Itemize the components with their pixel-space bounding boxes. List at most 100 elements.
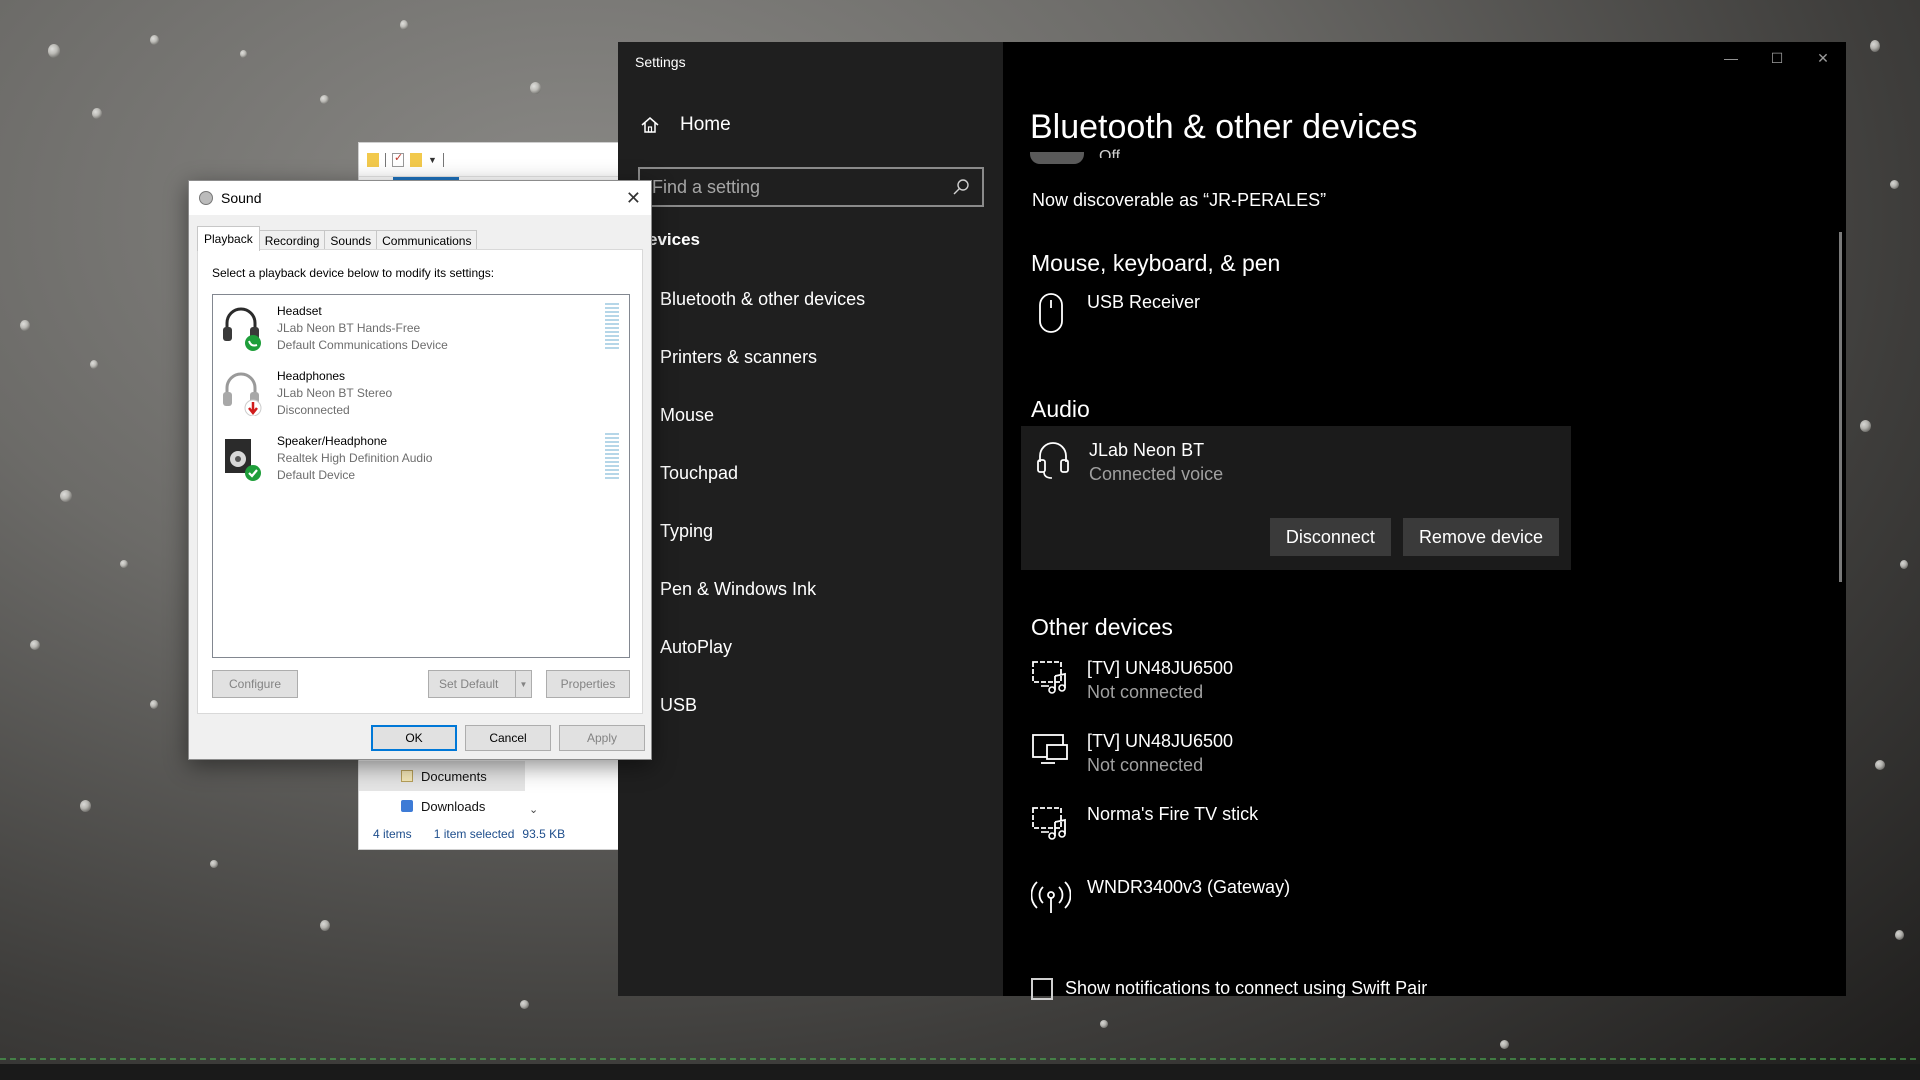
- device-tv-1[interactable]: [TV] UN48JU6500 Not connected: [1031, 658, 1233, 703]
- list-item[interactable]: Speaker/Headphone Realtek High Definitio…: [213, 425, 629, 490]
- minimize-button[interactable]: —: [1708, 42, 1754, 74]
- home-nav[interactable]: Home: [640, 114, 731, 136]
- disconnect-button[interactable]: Disconnect: [1269, 518, 1391, 556]
- device-name: Norma's Fire TV stick: [1087, 804, 1259, 824]
- ok-button[interactable]: OK: [371, 725, 457, 751]
- scroll-down-chevron-icon[interactable]: ⌄: [529, 803, 538, 816]
- nav-autoplay[interactable]: AutoPlay: [618, 618, 1003, 676]
- volume-meter: [605, 303, 619, 351]
- toolbar-separator: [442, 152, 444, 167]
- nav-item-downloads[interactable]: Downloads: [359, 791, 621, 821]
- remove-device-button[interactable]: Remove device: [1402, 518, 1559, 556]
- nav-typing[interactable]: Typing: [618, 502, 1003, 560]
- home-icon: [641, 117, 659, 133]
- new-folder-icon[interactable]: [410, 152, 422, 167]
- swift-pair-option[interactable]: Show notifications to connect using Swif…: [1031, 978, 1427, 1000]
- nav-printers[interactable]: Printers & scanners: [618, 328, 1003, 386]
- chevron-down-icon[interactable]: ▼: [515, 671, 531, 697]
- swift-pair-checkbox[interactable]: [1031, 978, 1053, 1000]
- downloads-icon: [401, 800, 413, 812]
- media-device-icon: [1031, 658, 1071, 698]
- nav-label: USB: [660, 694, 698, 715]
- device-status: Not connected: [1087, 682, 1204, 702]
- audio-actions: Disconnect Remove device: [1269, 518, 1559, 556]
- audio-device-card[interactable]: JLab Neon BT Connected voice Disconnect …: [1021, 426, 1571, 570]
- device-name: [TV] UN48JU6500: [1087, 731, 1234, 751]
- window-title: Settings: [635, 54, 686, 70]
- configure-button[interactable]: Configure: [212, 670, 298, 698]
- device-name: Headset: [277, 304, 322, 318]
- close-icon[interactable]: ✕: [626, 188, 641, 209]
- device-state: Disconnected: [277, 403, 350, 417]
- nav-item-documents[interactable]: Documents: [359, 761, 525, 791]
- settings-content: — ☐ ✕ Bluetooth & other devices Off Now …: [1003, 42, 1846, 1000]
- nav-label: Bluetooth & other devices: [660, 288, 866, 309]
- properties-button[interactable]: Properties: [546, 670, 630, 698]
- nav-label: Printers & scanners: [660, 346, 818, 367]
- sound-dialog: Sound ✕ Playback Recording Sounds Commun…: [188, 180, 652, 760]
- bluetooth-toggle[interactable]: [1030, 152, 1084, 164]
- display-device-icon: [1031, 731, 1071, 771]
- speaker-device-icon: [225, 439, 261, 481]
- settings-nav-list: Bluetooth & other devices Printers & sca…: [618, 270, 1003, 734]
- nav-mouse[interactable]: Mouse: [618, 386, 1003, 444]
- list-item[interactable]: Headphones JLab Neon BT Stereo Disconnec…: [213, 360, 629, 425]
- documents-icon: [401, 770, 413, 782]
- device-name: JLab Neon BT: [1089, 440, 1205, 460]
- device-name: WNDR3400v3 (Gateway): [1087, 877, 1291, 897]
- nav-touchpad[interactable]: Touchpad: [618, 444, 1003, 502]
- device-router[interactable]: WNDR3400v3 (Gateway): [1031, 877, 1290, 917]
- properties-check-icon[interactable]: [392, 151, 404, 167]
- tab-communications[interactable]: Communications: [376, 230, 478, 251]
- list-item[interactable]: Headset JLab Neon BT Hands-Free Default …: [213, 295, 629, 360]
- device-name: USB Receiver: [1087, 292, 1201, 312]
- device-action-row: Configure Set Default ▼ Properties: [212, 670, 630, 698]
- nav-bluetooth[interactable]: Bluetooth & other devices: [618, 270, 1003, 328]
- device-driver: JLab Neon BT Stereo: [277, 386, 393, 400]
- set-default-button[interactable]: Set Default ▼: [428, 670, 532, 698]
- tab-recording[interactable]: Recording: [258, 230, 326, 251]
- set-default-label: Set Default: [439, 677, 499, 691]
- device-usb-receiver[interactable]: USB Receiver: [1031, 292, 1201, 333]
- page-title: Bluetooth & other devices: [1030, 108, 1418, 146]
- folder-icon[interactable]: [367, 152, 379, 167]
- window-controls: — ☐ ✕: [1708, 42, 1846, 74]
- tab-sounds[interactable]: Sounds: [324, 230, 378, 251]
- apply-button[interactable]: Apply: [559, 725, 645, 751]
- device-status: Not connected: [1087, 755, 1204, 775]
- close-button[interactable]: ✕: [1800, 42, 1846, 74]
- search-icon: [953, 179, 969, 195]
- nav-label: Pen & Windows Ink: [660, 578, 817, 599]
- toolbar-separator: [385, 152, 386, 167]
- quick-access-toolbar: ▼: [359, 143, 619, 177]
- nav-label: Typing: [660, 520, 714, 541]
- search-input[interactable]: Find a setting: [638, 167, 984, 207]
- search-placeholder: Find a setting: [652, 176, 761, 197]
- maximize-button[interactable]: ☐: [1754, 42, 1800, 74]
- settings-sidebar: Settings Home Find a setting evices Blue…: [618, 42, 1003, 996]
- selection-size: 93.5 KB: [522, 827, 566, 841]
- dialog-tabs: Playback Recording Sounds Communications: [197, 226, 478, 251]
- nav-item-label: Downloads: [421, 798, 486, 814]
- taskbar: [0, 1064, 1920, 1080]
- device-fire-tv[interactable]: Norma's Fire TV stick: [1031, 804, 1258, 844]
- chevron-down-icon[interactable]: ▼: [428, 155, 437, 165]
- device-name: [TV] UN48JU6500: [1087, 658, 1234, 678]
- device-status: Connected voice: [1089, 464, 1224, 484]
- scrollbar[interactable]: [1839, 232, 1842, 582]
- cancel-button[interactable]: Cancel: [465, 725, 551, 751]
- swift-pair-label: Show notifications to connect using Swif…: [1065, 978, 1428, 998]
- nav-pen[interactable]: Pen & Windows Ink: [618, 560, 1003, 618]
- nav-usb[interactable]: USB: [618, 676, 1003, 734]
- status-bar: 4 items 1 item selected 93.5 KB: [373, 827, 565, 841]
- selection-count: 1 item selected: [433, 827, 515, 841]
- nav-item-label: Documents: [421, 768, 487, 784]
- device-tv-2[interactable]: [TV] UN48JU6500 Not connected: [1031, 731, 1233, 776]
- media-device-icon: [1031, 804, 1071, 844]
- tab-playback[interactable]: Playback: [197, 226, 260, 251]
- playback-device-list: Headset JLab Neon BT Hands-Free Default …: [212, 294, 630, 658]
- discoverable-text: Now discoverable as “JR-PERALES”: [1032, 190, 1327, 210]
- headset-device-icon: [223, 307, 261, 351]
- nav-label: AutoPlay: [660, 636, 733, 657]
- mouse-icon: [1031, 292, 1071, 333]
